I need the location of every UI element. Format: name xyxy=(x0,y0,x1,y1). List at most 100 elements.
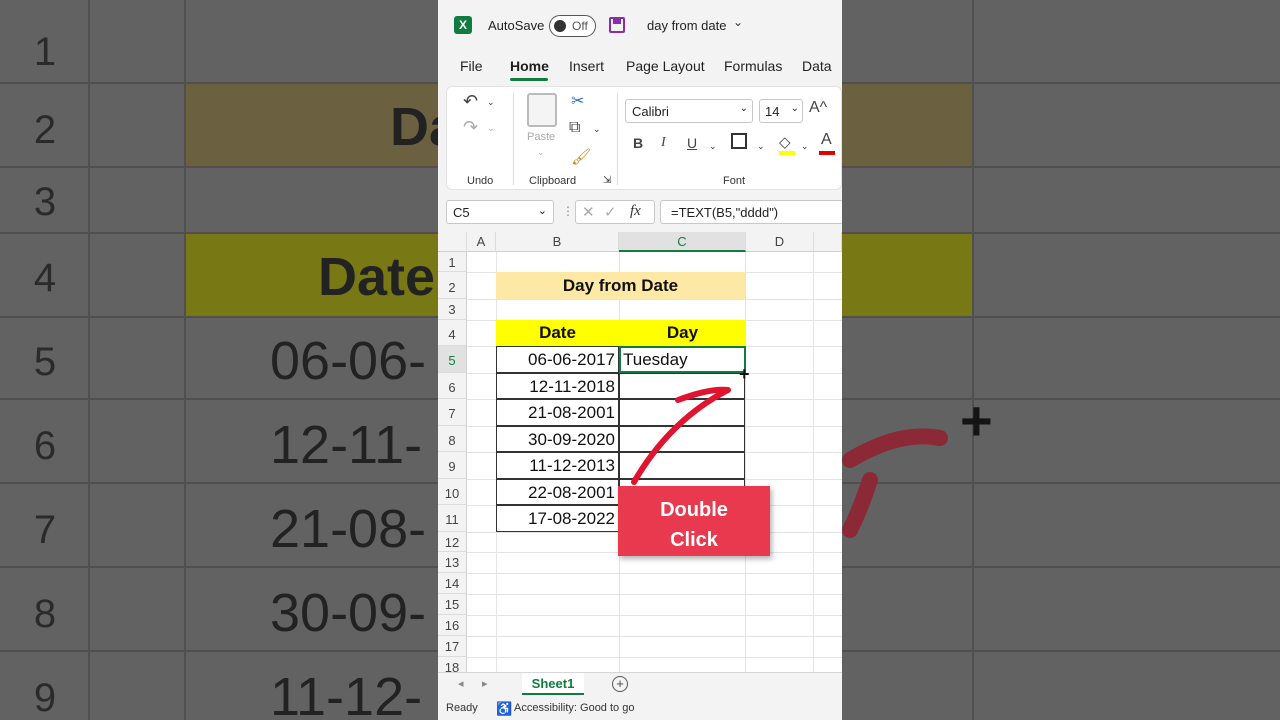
confirm-icon[interactable]: ✓ xyxy=(604,203,617,221)
callout-line-2: Click xyxy=(670,529,718,551)
format-painter-icon[interactable]: 🖌 xyxy=(571,147,591,167)
sheet-tab[interactable]: Sheet1 xyxy=(522,673,584,695)
prev-sheet-icon[interactable]: ◂ xyxy=(458,677,464,690)
ribbon: ↶ ⌄ ↷ ⌄ Undo Paste ⌄ ✂ ⧉ ⌄ 🖌 Clipboard ⇲… xyxy=(446,86,842,190)
tab-file[interactable]: File xyxy=(460,58,483,74)
chevron-down-icon[interactable]: ⌄ xyxy=(487,123,495,134)
tab-page-layout[interactable]: Page Layout xyxy=(626,58,705,74)
select-all-corner[interactable] xyxy=(438,232,467,252)
dialog-launcher-icon[interactable]: ⇲ xyxy=(603,175,611,186)
row-header[interactable]: 12 xyxy=(438,532,467,552)
header-day-cell[interactable]: Day xyxy=(619,320,746,346)
toggle-knob xyxy=(554,20,566,32)
screen: 1 2 3 4 5 6 7 8 9 Da Date 06-06- 12-11- … xyxy=(0,0,1280,720)
italic-button[interactable]: I xyxy=(661,135,666,151)
more-icon[interactable]: ⋮ xyxy=(562,204,574,218)
fill-color-swatch xyxy=(779,151,795,155)
status-bar: Ready ♿ Accessibility: Good to go xyxy=(438,697,842,720)
row-header[interactable]: 7 xyxy=(438,399,467,426)
row-header[interactable]: 8 xyxy=(438,426,467,452)
active-tab-indicator xyxy=(510,78,548,81)
col-header-e[interactable] xyxy=(814,232,842,252)
chevron-down-icon: ⌄ xyxy=(739,103,748,114)
undo-icon[interactable]: ↶ xyxy=(463,91,478,112)
cut-icon[interactable]: ✂ xyxy=(571,91,584,111)
status-ready: Ready xyxy=(446,702,478,714)
chevron-down-icon: ⌄ xyxy=(537,205,547,217)
add-sheet-icon[interactable]: + xyxy=(612,676,628,692)
chevron-down-icon[interactable]: ⌄ xyxy=(757,141,765,152)
row-header[interactable]: 15 xyxy=(438,594,467,615)
excel-logo-icon: X xyxy=(454,16,472,34)
row-header[interactable]: 16 xyxy=(438,615,467,636)
title-cell[interactable]: Day from Date xyxy=(496,272,745,299)
chevron-down-icon[interactable]: ⌄ xyxy=(733,15,743,29)
font-size-value: 14 xyxy=(765,104,780,119)
paste-label[interactable]: Paste xyxy=(527,131,555,143)
accessibility-status[interactable]: Accessibility: Good to go xyxy=(514,702,634,714)
font-name-select[interactable]: Calibri ⌄ xyxy=(625,99,753,123)
font-group-label: Font xyxy=(723,175,746,187)
increase-font-icon[interactable]: A^ xyxy=(809,99,827,117)
row-header[interactable]: 2 xyxy=(438,272,467,299)
cancel-icon[interactable]: ✕ xyxy=(582,203,595,221)
tab-data[interactable]: Data xyxy=(802,58,832,74)
redo-icon[interactable]: ↷ xyxy=(463,117,478,138)
annotation-arrow xyxy=(631,386,731,485)
formula-input[interactable]: =TEXT(B5,"dddd") xyxy=(660,200,842,224)
copy-icon[interactable]: ⧉ xyxy=(569,119,580,137)
row-header[interactable]: 5 xyxy=(438,346,467,373)
row-header[interactable]: 13 xyxy=(438,552,467,573)
row-header[interactable]: 11 xyxy=(438,505,467,532)
save-icon[interactable] xyxy=(609,17,625,33)
paste-icon[interactable] xyxy=(527,93,557,127)
date-cell[interactable]: 17-08-2022 xyxy=(496,505,619,532)
document-title[interactable]: day from date xyxy=(647,18,727,33)
fill-color-icon[interactable]: ◇ xyxy=(779,133,791,151)
row-header[interactable]: 1 xyxy=(438,252,467,272)
callout-line-1: Double xyxy=(660,499,728,521)
formula-controls: ✕ ✓ fx xyxy=(575,200,655,224)
autosave-state: Off xyxy=(572,19,588,33)
undo-group-label: Undo xyxy=(467,175,494,187)
autosave-label: AutoSave xyxy=(488,18,545,33)
row-header[interactable]: 17 xyxy=(438,636,467,657)
sheet-tab-bar: ◂ ▸ Sheet1 + xyxy=(438,672,842,696)
row-header[interactable]: 9 xyxy=(438,452,467,479)
autosave-toggle[interactable]: Off xyxy=(549,15,596,37)
col-header-d[interactable]: D xyxy=(746,232,814,252)
row-header[interactable]: 14 xyxy=(438,573,467,594)
tab-home[interactable]: Home xyxy=(510,58,549,74)
col-header-c[interactable]: C xyxy=(619,232,746,252)
row-header[interactable]: 18 xyxy=(438,657,467,672)
row-header[interactable]: 3 xyxy=(438,299,467,320)
header-date-cell[interactable]: Date xyxy=(496,320,619,346)
row-header[interactable]: 4 xyxy=(438,320,467,346)
next-sheet-icon[interactable]: ▸ xyxy=(482,677,488,690)
chevron-down-icon: ⌄ xyxy=(790,103,799,114)
col-header-a[interactable]: A xyxy=(467,232,496,252)
name-box-value: C5 xyxy=(453,205,470,220)
underline-button[interactable]: U xyxy=(687,135,697,151)
tab-insert[interactable]: Insert xyxy=(569,58,604,74)
chevron-down-icon[interactable]: ⌄ xyxy=(537,147,545,158)
insert-function-icon[interactable]: fx xyxy=(630,203,641,220)
chevron-down-icon[interactable]: ⌄ xyxy=(709,141,717,152)
ribbon-tabs: File Home Insert Page Layout Formulas Da… xyxy=(438,58,842,82)
row-header[interactable]: 6 xyxy=(438,373,467,399)
accessibility-icon[interactable]: ♿ xyxy=(496,701,512,717)
tab-formulas[interactable]: Formulas xyxy=(724,58,782,74)
font-color-swatch xyxy=(819,151,835,155)
font-size-select[interactable]: 14 ⌄ xyxy=(759,99,803,123)
font-color-icon[interactable]: A xyxy=(821,131,832,149)
chevron-down-icon[interactable]: ⌄ xyxy=(801,141,809,152)
chevron-down-icon[interactable]: ⌄ xyxy=(593,124,601,135)
name-box[interactable]: C5 ⌄ xyxy=(446,200,554,224)
bold-button[interactable]: B xyxy=(633,135,643,151)
col-header-b[interactable]: B xyxy=(496,232,619,252)
row-header[interactable]: 10 xyxy=(438,479,467,505)
font-name-value: Calibri xyxy=(632,104,669,119)
borders-icon[interactable] xyxy=(731,133,747,149)
chevron-down-icon[interactable]: ⌄ xyxy=(487,97,495,108)
double-click-callout: Double Click xyxy=(618,486,770,556)
